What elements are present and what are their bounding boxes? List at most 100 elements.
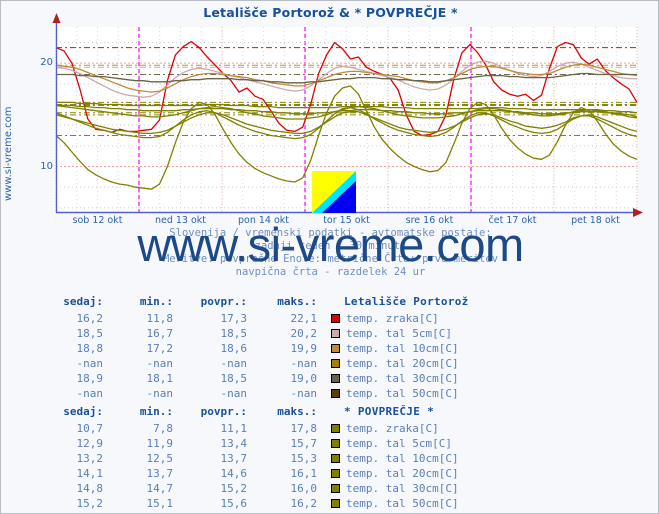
data-table-station: sedaj: min.: povpr.: maks.: Letališče Po…: [31, 294, 469, 401]
legend-entry: temp. tal 50cm[C]: [317, 386, 469, 401]
cell-maks: 19,9: [290, 342, 318, 355]
cell-maks: 22,1: [290, 312, 318, 325]
column-header-min: min.:: [139, 405, 173, 418]
legend-entry: temp. tal 30cm[C]: [317, 481, 459, 496]
legend-entry: temp. tal 10cm[C]: [317, 341, 469, 356]
legend-series-label: temp. zraka[C]: [346, 312, 439, 325]
cell-maks: -nan: [290, 387, 318, 400]
legend-color-swatch: [331, 374, 340, 383]
cell-min: 17,2: [146, 342, 174, 355]
table-row: 18,5 16,7 18,5 20,2 temp. tal 5cm[C]: [31, 326, 469, 341]
cell-sedaj: -nan: [76, 387, 104, 400]
cell-min: 14,7: [146, 482, 174, 495]
legend-entry: temp. tal 5cm[C]: [317, 436, 459, 451]
legend-series-label: temp. tal 30cm[C]: [346, 372, 459, 385]
cell-povpr: 18,5: [220, 327, 248, 340]
column-header-min: min.:: [139, 295, 173, 308]
legend-series-label: temp. tal 10cm[C]: [346, 342, 459, 355]
table-body: 16,2 11,8 17,3 22,1 temp. zraka[C] 18,5 16,7 18…: [31, 311, 469, 401]
legend-color-swatch: [331, 329, 340, 338]
table-header-row: sedaj: min.: povpr.: maks.: * POVPREČJE …: [31, 404, 459, 421]
cell-povpr: 11,1: [220, 422, 248, 435]
cell-sedaj: 12,9: [76, 437, 104, 450]
table-row: 14,8 14,7 15,2 16,0 temp. tal 30cm[C]: [31, 481, 459, 496]
legend-color-swatch: [331, 469, 340, 478]
column-header-sedaj: sedaj:: [63, 295, 103, 308]
legend-series-label: temp. tal 5cm[C]: [346, 437, 452, 450]
table-row: 18,9 18,1 18,5 19,0 temp. tal 30cm[C]: [31, 371, 469, 386]
legend-entry: temp. tal 10cm[C]: [317, 451, 459, 466]
cell-min: 11,8: [146, 312, 174, 325]
cell-sedaj: 14,8: [76, 482, 104, 495]
x-tick-label: sob 12 okt: [72, 215, 123, 226]
legend-series-label: temp. zraka[C]: [346, 422, 439, 435]
cell-povpr: 18,5: [220, 372, 248, 385]
cell-povpr: 18,6: [220, 342, 248, 355]
cell-min: 16,7: [146, 327, 174, 340]
cell-sedaj: 13,2: [76, 452, 104, 465]
table-row: 14,1 13,7 14,6 16,1 temp. tal 20cm[C]: [31, 466, 459, 481]
legend-series-label: temp. tal 20cm[C]: [346, 467, 459, 480]
column-header-povpr: povpr.:: [200, 295, 247, 308]
table-row: -nan -nan -nan -nan temp. tal 50cm[C]: [31, 386, 469, 401]
table-row: 10,7 7,8 11,1 17,8 temp. zraka[C]: [31, 421, 459, 436]
legend-entry: temp. tal 20cm[C]: [317, 356, 469, 371]
cell-povpr: 13,7: [220, 452, 248, 465]
cell-maks: -nan: [290, 357, 318, 370]
cell-maks: 15,3: [290, 452, 318, 465]
cell-sedaj: 14,1: [76, 467, 104, 480]
legend-color-swatch: [331, 439, 340, 448]
weather-chart-page: Letališče Portorož & * POVPREČJE * www.s…: [0, 0, 659, 514]
column-header-station-name: * POVPREČJE *: [344, 405, 434, 418]
table-row: 13,2 12,5 13,7 15,3 temp. tal 10cm[C]: [31, 451, 459, 466]
x-tick-label: sre 16 okt: [405, 215, 454, 226]
column-header-maks: maks.:: [277, 405, 317, 418]
legend-entry: temp. tal 30cm[C]: [317, 371, 469, 386]
cell-min: 18,1: [146, 372, 174, 385]
table-body: 10,7 7,8 11,1 17,8 temp. zraka[C] 12,9 11,9 13,…: [31, 421, 459, 511]
legend-color-swatch: [331, 389, 340, 398]
table-row: -nan -nan -nan -nan temp. tal 20cm[C]: [31, 356, 469, 371]
chart-caption: Slovenija / vremenski podatki - avtomats…: [1, 227, 658, 279]
table-header-row: sedaj: min.: povpr.: maks.: Letališče Po…: [31, 294, 469, 311]
cell-povpr: 15,2: [220, 482, 248, 495]
cell-povpr: -nan: [220, 357, 248, 370]
legend-color-swatch: [331, 499, 340, 508]
cell-sedaj: 15,2: [76, 497, 104, 510]
cell-maks: 16,2: [290, 497, 318, 510]
cell-min: 7,8: [153, 422, 173, 435]
cell-maks: 19,0: [290, 372, 318, 385]
cell-sedaj: 18,8: [76, 342, 104, 355]
cell-min: -nan: [146, 357, 174, 370]
cell-povpr: 17,3: [220, 312, 248, 325]
cell-maks: 17,8: [290, 422, 318, 435]
cell-povpr: -nan: [220, 387, 248, 400]
legend-entry: temp. zraka[C]: [317, 421, 459, 436]
cell-sedaj: -nan: [76, 357, 104, 370]
caption-line-1: Slovenija / vremenski podatki - avtomats…: [169, 227, 492, 239]
legend-color-swatch: [331, 424, 340, 433]
x-tick-label: pon 14 okt: [237, 215, 290, 226]
caption-line-4: navpična črta - razdelek 24 ur: [235, 266, 426, 278]
column-header-maks: maks.:: [277, 295, 317, 308]
legend-color-swatch: [331, 359, 340, 368]
cell-maks: 16,0: [290, 482, 318, 495]
legend-series-label: temp. tal 10cm[C]: [346, 452, 459, 465]
cell-sedaj: 16,2: [76, 312, 104, 325]
y-axis-labels: 10 20: [23, 27, 53, 213]
legend-series-label: temp. tal 50cm[C]: [346, 387, 459, 400]
legend-entry: temp. tal 20cm[C]: [317, 466, 459, 481]
caption-line-2: zadnji teden / 30 minut.: [254, 240, 407, 252]
legend-series-label: temp. tal 30cm[C]: [346, 482, 459, 495]
x-tick-label: pet 18 okt: [571, 215, 620, 226]
cell-povpr: 15,6: [220, 497, 248, 510]
x-tick-label: čet 17 okt: [488, 215, 537, 226]
cell-sedaj: 10,7: [76, 422, 104, 435]
legend-series-label: temp. tal 20cm[C]: [346, 357, 459, 370]
legend-color-swatch: [331, 484, 340, 493]
table-row: 18,8 17,2 18,6 19,9 temp. tal 10cm[C]: [31, 341, 469, 356]
cell-min: 12,5: [146, 452, 174, 465]
legend-color-swatch: [331, 454, 340, 463]
cell-min: 13,7: [146, 467, 174, 480]
site-url-vertical-label: www.si-vreme.com: [3, 106, 14, 201]
